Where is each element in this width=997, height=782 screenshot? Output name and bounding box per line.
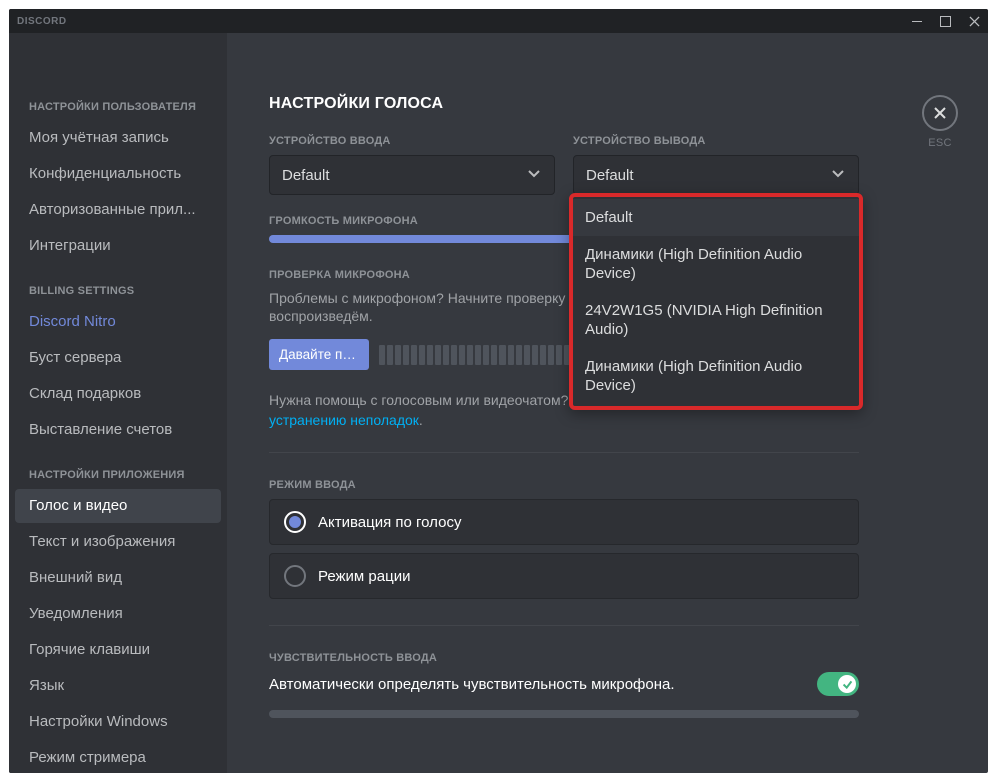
input-device-label: УСТРОЙСТВО ВВОДА (269, 135, 555, 147)
sidebar-item-account[interactable]: Моя учётная запись (15, 121, 221, 155)
sidebar-item-windows-settings[interactable]: Настройки Windows (15, 705, 221, 739)
window-maximize-button[interactable] (940, 16, 951, 27)
output-device-dropdown: Default Динамики (High Definition Audio … (569, 193, 863, 410)
dropdown-option[interactable]: Динамики (High Definition Audio Device) (573, 236, 859, 292)
sidebar-section-header: НАСТРОЙКИ ПРИЛОЖЕНИЯ (15, 463, 221, 487)
sidebar-item-gift-inventory[interactable]: Склад подарков (15, 377, 221, 411)
output-device-label: УСТРОЙСТВО ВЫВОДА (573, 135, 859, 147)
sidebar-item-voice-video[interactable]: Голос и видео (15, 489, 221, 523)
sidebar-item-authorized-apps[interactable]: Авторизованные прил... (15, 193, 221, 227)
sidebar-section-header: НАСТРОЙКИ ПОЛЬЗОВАТЕЛЯ (15, 95, 221, 119)
chevron-down-icon (526, 165, 542, 185)
sidebar-item-privacy[interactable]: Конфиденциальность (15, 157, 221, 191)
output-device-value: Default (586, 167, 634, 184)
input-device-select[interactable]: Default (269, 155, 555, 195)
sensitivity-meter (269, 710, 859, 718)
dropdown-option[interactable]: Динамики (High Definition Audio Device) (573, 348, 859, 404)
chevron-down-icon (830, 165, 846, 185)
sidebar-item-keybinds[interactable]: Горячие клавиши (15, 633, 221, 667)
sidebar-item-language[interactable]: Язык (15, 669, 221, 703)
dropdown-option[interactable]: Default (573, 199, 859, 236)
close-settings-label: ESC (922, 137, 958, 149)
section-divider (269, 452, 859, 453)
window-close-button[interactable] (969, 16, 980, 27)
input-mode-label: РЕЖИМ ВВОДА (269, 479, 859, 491)
dropdown-option[interactable]: 24V2W1G5 (NVIDIA High Definition Audio) (573, 292, 859, 348)
radio-icon (284, 511, 306, 533)
output-device-select[interactable]: Default (573, 155, 859, 195)
settings-content: ESC НАСТРОЙКИ ГОЛОСА УСТРОЙСТВО ВВОДА De… (227, 33, 988, 773)
sidebar-item-streamer-mode[interactable]: Режим стримера (15, 741, 221, 773)
close-settings-button[interactable] (922, 95, 958, 131)
radio-label: Активация по голосу (318, 514, 461, 531)
sidebar-section-header: BILLING SETTINGS (15, 279, 221, 303)
page-title: НАСТРОЙКИ ГОЛОСА (269, 95, 859, 113)
app-title: DISCORD (17, 16, 67, 27)
auto-sensitivity-toggle[interactable] (817, 672, 859, 696)
radio-icon (284, 565, 306, 587)
input-device-value: Default (282, 167, 330, 184)
sensitivity-label: ЧУВСТВИТЕЛЬНОСТЬ ВВОДА (269, 652, 859, 664)
input-mode-voice-activity[interactable]: Активация по голосу (269, 499, 859, 545)
sidebar-item-nitro[interactable]: Discord Nitro (15, 305, 221, 339)
auto-sensitivity-label: Автоматически определять чувствительност… (269, 676, 805, 693)
sidebar-item-appearance[interactable]: Внешний вид (15, 561, 221, 595)
window-titlebar: DISCORD (9, 9, 988, 33)
sidebar-item-notifications[interactable]: Уведомления (15, 597, 221, 631)
window-minimize-button[interactable] (911, 16, 922, 27)
radio-label: Режим рации (318, 568, 410, 585)
input-mode-push-to-talk[interactable]: Режим рации (269, 553, 859, 599)
sidebar-item-text-images[interactable]: Текст и изображения (15, 525, 221, 559)
sidebar-item-server-boost[interactable]: Буст сервера (15, 341, 221, 375)
sidebar-item-integrations[interactable]: Интеграции (15, 229, 221, 263)
section-divider (269, 625, 859, 626)
mic-test-button[interactable]: Давайте пр... (269, 339, 369, 370)
settings-sidebar: НАСТРОЙКИ ПОЛЬЗОВАТЕЛЯ Моя учётная запис… (9, 33, 227, 773)
check-icon (838, 675, 856, 693)
sidebar-item-billing[interactable]: Выставление счетов (15, 413, 221, 447)
